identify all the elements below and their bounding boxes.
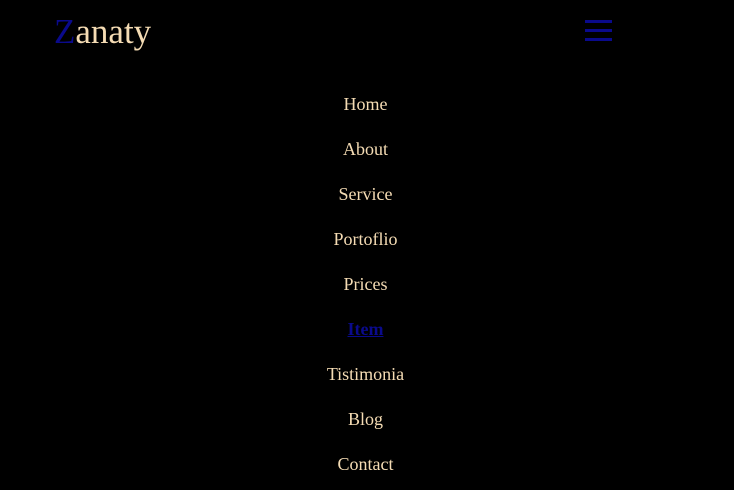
nav-item-testimonials: Tistimonia — [0, 351, 731, 396]
hamburger-icon — [585, 20, 612, 41]
nav-link-item-active[interactable]: Item — [348, 318, 384, 340]
nav-link-about[interactable]: About — [343, 138, 388, 160]
nav-item-home: Home — [0, 81, 731, 126]
nav-link-prices[interactable]: Prices — [344, 273, 388, 295]
nav-link-portfolio[interactable]: Portoflio — [333, 228, 397, 250]
brand-logo[interactable]: Zanaty — [54, 11, 151, 53]
brand-logo-initial: Z — [54, 12, 76, 51]
nav-item-contact: Contact — [0, 441, 731, 486]
nav-item-prices: Prices — [0, 261, 731, 306]
nav-item-about: About — [0, 126, 731, 171]
nav-item-service: Service — [0, 171, 731, 216]
nav-link-service[interactable]: Service — [339, 183, 393, 205]
nav-link-contact[interactable]: Contact — [338, 453, 394, 475]
nav-link-blog[interactable]: Blog — [348, 408, 383, 430]
nav-item-blog: Blog — [0, 396, 731, 441]
main-nav: Home About Service Portoflio Prices Item… — [0, 81, 731, 486]
nav-link-testimonials[interactable]: Tistimonia — [327, 363, 404, 385]
nav-item-portfolio: Portoflio — [0, 216, 731, 261]
nav-link-home[interactable]: Home — [344, 93, 388, 115]
nav-item-item: Item — [0, 306, 731, 351]
menu-toggle-button[interactable] — [585, 18, 613, 44]
brand-logo-text: anaty — [75, 12, 152, 51]
